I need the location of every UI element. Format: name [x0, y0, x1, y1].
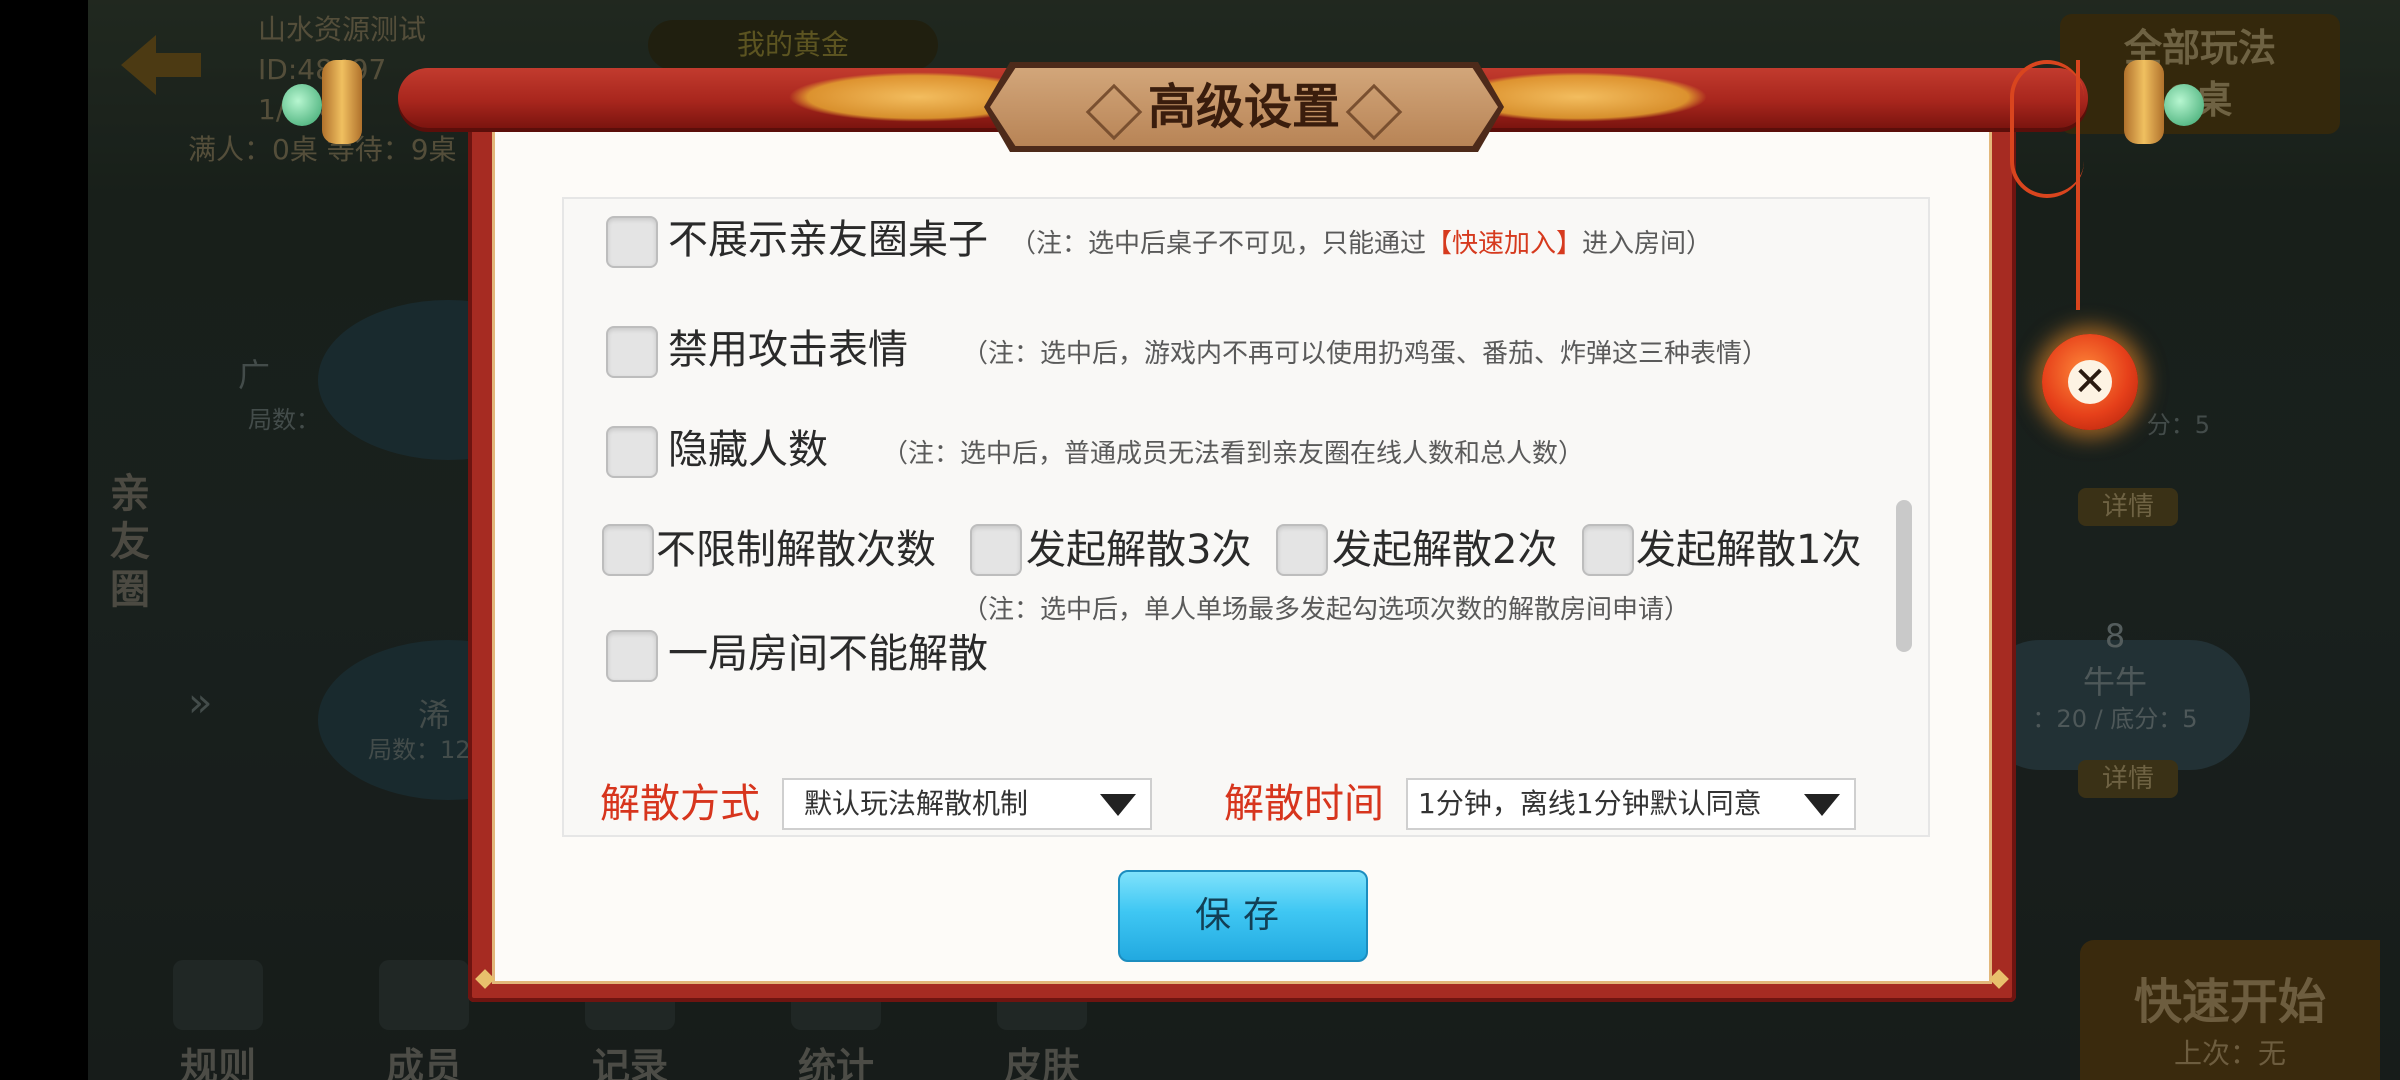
- dissolve-limit-note: （注：选中后，单人单场最多发起勾选项次数的解散房间申请）: [962, 595, 1691, 625]
- unlimited-dissolve-checkbox[interactable]: [602, 524, 654, 576]
- dissolve-method-label: 解散方式: [600, 781, 760, 827]
- dissolve-time-value: 1分钟，离线1分钟默认同意: [1418, 787, 1762, 820]
- dissolve-1-time-checkbox[interactable]: [1582, 524, 1634, 576]
- note-text: 进入房间）: [1582, 229, 1713, 259]
- dissolve-1-time-label: 发起解散1次: [1636, 527, 1862, 573]
- dissolve-2-times-checkbox[interactable]: [1276, 524, 1328, 576]
- save-button[interactable]: 保存: [1118, 870, 1368, 962]
- dialog-title: 高级设置: [1147, 79, 1340, 135]
- chevron-down-icon: [1804, 794, 1840, 816]
- lantern-string-loop: [2010, 60, 2084, 198]
- hide-player-count-label: 隐藏人数: [668, 427, 828, 473]
- disable-attack-emotes-checkbox[interactable]: [606, 326, 658, 378]
- close-button[interactable]: ✕: [2042, 334, 2138, 430]
- roller-end: [322, 60, 362, 144]
- chevron-down-icon: [1100, 794, 1136, 816]
- jade-ornament-icon: [2164, 84, 2204, 126]
- close-icon: ✕: [2068, 360, 2112, 404]
- dissolve-time-label: 解散时间: [1224, 781, 1384, 827]
- dissolve-method-value: 默认玩法解散机制: [804, 787, 1029, 820]
- one-round-no-dissolve-checkbox[interactable]: [606, 630, 658, 682]
- disable-attack-emotes-note: （注：选中后，游戏内不再可以使用扔鸡蛋、番茄、炸弹这三种表情）: [962, 339, 1769, 369]
- one-round-no-dissolve-label: 一局房间不能解散: [668, 631, 988, 677]
- quick-join-highlight: 【快速加入】: [1426, 229, 1583, 259]
- scrollbar[interactable]: [1896, 500, 1912, 652]
- hide-player-count-checkbox[interactable]: [606, 426, 658, 478]
- hide-tables-checkbox[interactable]: [606, 216, 658, 268]
- hide-tables-label: 不展示亲友圈桌子: [668, 217, 988, 263]
- note-text: （注：选中后桌子不可见，只能通过: [1010, 229, 1427, 259]
- disable-attack-emotes-label: 禁用攻击表情: [668, 327, 908, 373]
- jade-ornament-icon: [282, 84, 322, 126]
- dissolve-3-times-label: 发起解散3次: [1026, 527, 1252, 573]
- settings-list[interactable]: [562, 197, 1930, 837]
- dissolve-method-select[interactable]: 默认玩法解散机制: [782, 778, 1152, 830]
- roller-end: [2124, 60, 2164, 144]
- hide-tables-note: （注：选中后桌子不可见，只能通过【快速加入】进入房间）: [1010, 218, 1712, 270]
- unlimited-dissolve-label: 不限制解散次数: [656, 527, 936, 573]
- dissolve-3-times-checkbox[interactable]: [970, 524, 1022, 576]
- lantern-string: [2076, 60, 2080, 310]
- dissolve-time-select[interactable]: 1分钟，离线1分钟默认同意: [1406, 778, 1856, 830]
- title-plaque: 高级设置: [984, 62, 1504, 152]
- hide-player-count-note: （注：选中后，普通成员无法看到亲友圈在线人数和总人数）: [882, 439, 1585, 469]
- dissolve-2-times-label: 发起解散2次: [1332, 527, 1558, 573]
